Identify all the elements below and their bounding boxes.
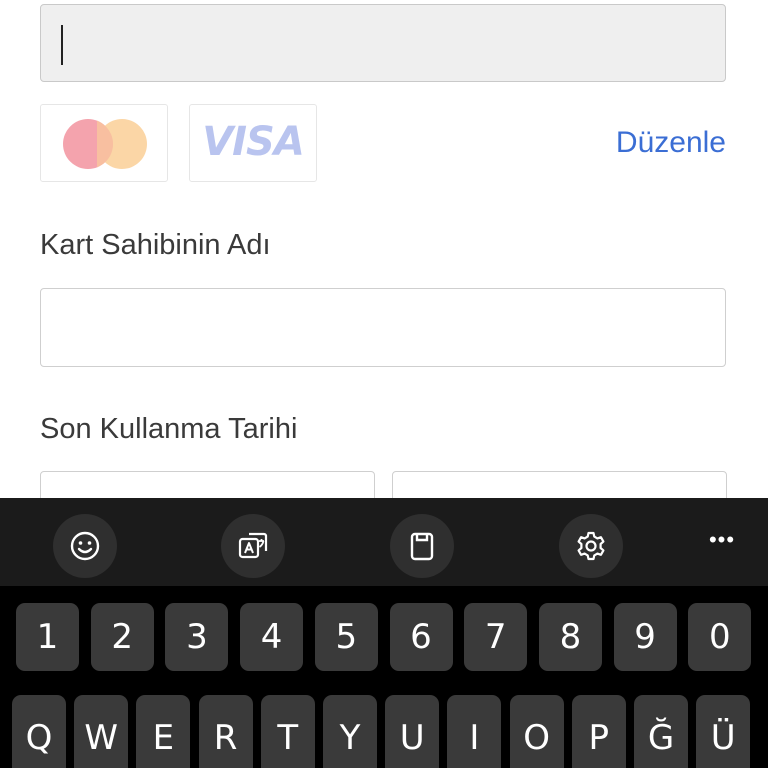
- visa-logo-icon: VISA: [189, 104, 317, 182]
- key-0[interactable]: 0: [688, 603, 752, 671]
- key-t[interactable]: T: [260, 695, 315, 768]
- key-ü[interactable]: Ü: [696, 695, 751, 768]
- more-options-icon[interactable]: •••: [702, 522, 742, 562]
- translate-icon: [238, 532, 268, 559]
- mastercard-logo-icon: [40, 104, 168, 182]
- clipboard-icon: [410, 532, 434, 561]
- key-i[interactable]: I: [447, 695, 502, 768]
- cardholder-name-input[interactable]: [40, 288, 726, 367]
- mastercard-overlap: [97, 119, 113, 169]
- keyboard-toolbar: •••: [0, 498, 768, 586]
- key-y[interactable]: Y: [323, 695, 377, 768]
- key-1[interactable]: 1: [16, 603, 79, 671]
- key-9[interactable]: 9: [613, 603, 677, 671]
- text-caret: [61, 25, 63, 65]
- key-w[interactable]: W: [74, 695, 129, 768]
- settings-gear-icon: [577, 531, 605, 561]
- key-4[interactable]: 4: [240, 603, 304, 671]
- key-5[interactable]: 5: [314, 603, 378, 671]
- key-u[interactable]: U: [385, 695, 440, 768]
- edit-link[interactable]: Düzenle: [616, 126, 726, 160]
- card-number-input[interactable]: [40, 4, 726, 82]
- visa-logo-text: VISA: [202, 119, 305, 165]
- key-ğ[interactable]: Ğ: [634, 695, 688, 768]
- emoji-icon: [70, 531, 100, 561]
- key-p[interactable]: P: [571, 695, 626, 768]
- settings-button[interactable]: [559, 514, 623, 578]
- expiry-date-label: Son Kullanma Tarihi: [40, 413, 298, 445]
- screen: VISA Düzenle Kart Sahibinin Adı Son Kull…: [0, 0, 768, 768]
- key-o[interactable]: O: [509, 695, 564, 768]
- emoji-button[interactable]: [53, 514, 117, 578]
- key-2[interactable]: 2: [90, 603, 154, 671]
- key-r[interactable]: R: [198, 695, 253, 768]
- clipboard-button[interactable]: [390, 514, 454, 578]
- translate-button[interactable]: [221, 514, 285, 578]
- key-3[interactable]: 3: [165, 603, 229, 671]
- key-8[interactable]: 8: [538, 603, 602, 671]
- keyboard-keys: 1234567890 QWERTYUIOPĞÜ: [0, 586, 768, 768]
- key-e[interactable]: E: [136, 695, 191, 768]
- key-q[interactable]: Q: [12, 695, 66, 768]
- cardholder-name-label: Kart Sahibinin Adı: [40, 229, 271, 261]
- key-7[interactable]: 7: [464, 603, 528, 671]
- key-6[interactable]: 6: [389, 603, 453, 671]
